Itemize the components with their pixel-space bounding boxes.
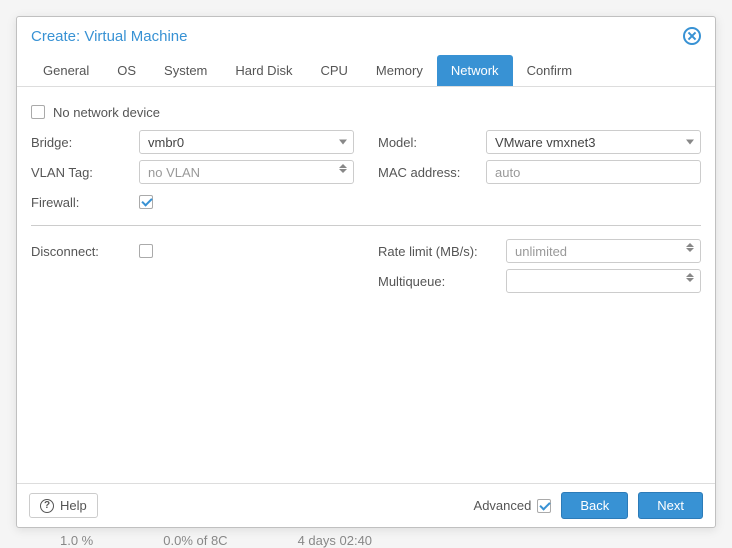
rate-value: unlimited [515,244,678,259]
dialog-title: Create: Virtual Machine [31,28,187,45]
vlan-label: VLAN Tag: [31,165,131,180]
mac-value: auto [495,165,678,180]
advanced-checkbox[interactable] [537,499,551,513]
advanced-label: Advanced [474,498,532,513]
vlan-value: no VLAN [148,165,331,180]
multiqueue-label: Multiqueue: [378,274,498,289]
multiqueue-input[interactable] [506,269,701,293]
bg-cpu-cores: 0.0% of 8C [163,533,227,548]
spinner-icon [686,243,694,252]
tab-general[interactable]: General [29,55,103,86]
bridge-select[interactable]: vmbr0 [139,130,354,154]
no-network-checkbox[interactable] [31,105,45,119]
tab-confirm[interactable]: Confirm [513,55,587,86]
mac-input[interactable]: auto [486,160,701,184]
spinner-icon [686,273,694,282]
help-button[interactable]: ? Help [29,493,98,518]
firewall-checkbox[interactable] [139,195,153,209]
chevron-down-icon [686,140,694,145]
divider [31,225,701,226]
mac-label: MAC address: [378,165,478,180]
tab-network[interactable]: Network [437,55,513,86]
vlan-input[interactable]: no VLAN [139,160,354,184]
chevron-down-icon [339,140,347,145]
disconnect-checkbox[interactable] [139,244,153,258]
bridge-label: Bridge: [31,135,131,150]
bg-uptime: 4 days 02:40 [298,533,372,548]
footer-bar: ? Help Advanced Back Next [17,483,715,527]
rate-input[interactable]: unlimited [506,239,701,263]
model-value: VMware vmxnet3 [495,135,678,150]
tab-cpu[interactable]: CPU [306,55,361,86]
next-button[interactable]: Next [638,492,703,519]
model-select[interactable]: VMware vmxnet3 [486,130,701,154]
help-icon: ? [40,499,54,513]
spinner-icon [339,164,347,173]
no-network-label: No network device [53,105,160,120]
tab-os[interactable]: OS [103,55,150,86]
rate-label: Rate limit (MB/s): [378,244,498,259]
title-bar: Create: Virtual Machine [17,17,715,55]
back-button[interactable]: Back [561,492,628,519]
form-content: No network device Bridge: vmbr0 Model: V… [17,87,715,483]
model-label: Model: [378,135,478,150]
tab-strip: General OS System Hard Disk CPU Memory N… [17,55,715,87]
close-icon[interactable] [683,27,701,45]
create-vm-dialog: Create: Virtual Machine General OS Syste… [16,16,716,528]
tab-harddisk[interactable]: Hard Disk [221,55,306,86]
tab-memory[interactable]: Memory [362,55,437,86]
firewall-label: Firewall: [31,195,131,210]
help-label: Help [60,498,87,513]
bridge-value: vmbr0 [148,135,331,150]
bg-cpu-percent: 1.0 % [60,533,93,548]
disconnect-label: Disconnect: [31,244,131,259]
tab-system[interactable]: System [150,55,221,86]
